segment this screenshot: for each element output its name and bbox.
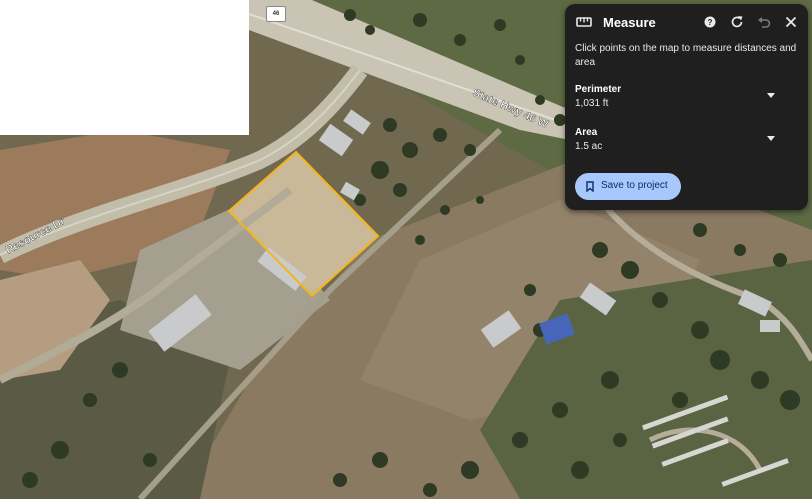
- bookmark-icon: [586, 181, 594, 192]
- panel-title: Measure: [603, 15, 656, 30]
- help-icon: ?: [704, 16, 716, 28]
- close-button[interactable]: [782, 13, 800, 31]
- save-button-label: Save to project: [601, 180, 668, 191]
- reset-button[interactable]: [728, 13, 746, 31]
- refresh-icon: [731, 16, 743, 28]
- area-label: Area: [575, 127, 598, 138]
- undo-button[interactable]: [755, 13, 773, 31]
- perimeter-label: Perimeter: [575, 84, 622, 95]
- perimeter-row[interactable]: Perimeter 1,031 ft: [575, 84, 799, 116]
- close-icon: [785, 16, 797, 28]
- chevron-down-icon: [767, 136, 775, 141]
- area-row[interactable]: Area 1.5 ac: [575, 127, 799, 159]
- measure-panel: Measure ? Click points on the map to mea…: [565, 4, 808, 210]
- area-value: 1.5 ac: [575, 141, 603, 152]
- blank-overlay: [0, 0, 249, 135]
- measure-panel-header: Measure ?: [565, 4, 808, 40]
- highway-shield: 46: [266, 6, 286, 22]
- measure-instructions: Click points on the map to measure dista…: [575, 43, 797, 68]
- undo-icon: [758, 17, 771, 28]
- help-button[interactable]: ?: [701, 13, 719, 31]
- save-to-project-button[interactable]: Save to project: [575, 173, 681, 200]
- ruler-icon: [576, 17, 592, 27]
- svg-text:?: ?: [708, 18, 713, 27]
- chevron-down-icon: [767, 93, 775, 98]
- perimeter-value: 1,031 ft: [575, 98, 609, 109]
